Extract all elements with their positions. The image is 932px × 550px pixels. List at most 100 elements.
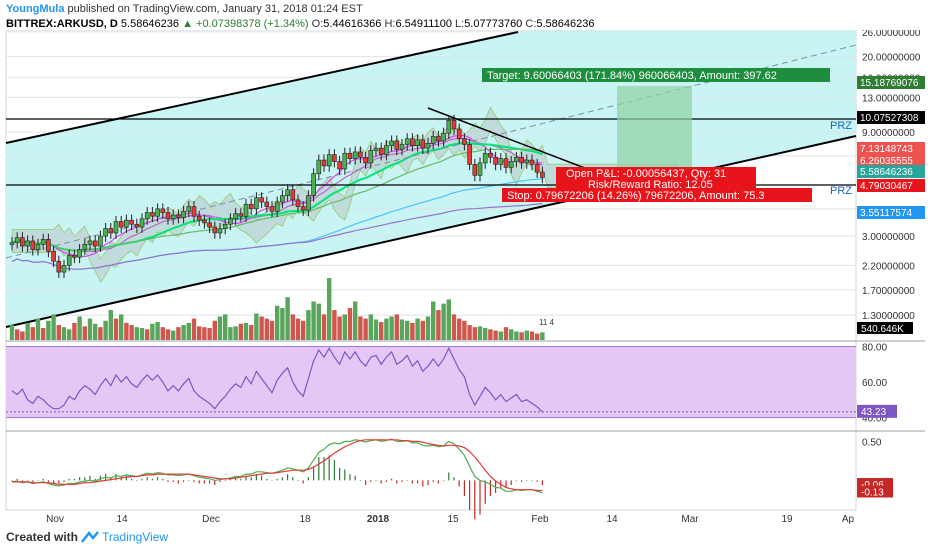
- macd-histogram-bar: [84, 477, 86, 481]
- candle-down: [165, 212, 171, 220]
- volume-bar: [483, 328, 488, 340]
- macd-histogram-bar: [136, 480, 138, 481]
- low-value: 5.07773760: [464, 18, 523, 30]
- tradingview-cloud-icon: [81, 530, 99, 543]
- volume-bar: [41, 328, 46, 340]
- macd-histogram-bar: [380, 480, 382, 484]
- macd-histogram-bar: [27, 480, 29, 481]
- candle-down: [436, 136, 441, 142]
- time-axis-label: 19: [781, 514, 793, 525]
- author-name[interactable]: YoungMula: [6, 3, 64, 15]
- macd-histogram-bar: [359, 480, 361, 481]
- candle-up: [170, 214, 176, 220]
- volume-bar: [124, 322, 129, 340]
- candle-down: [488, 152, 493, 158]
- macd-histogram-bar: [193, 480, 195, 482]
- macd-histogram-bar: [250, 477, 252, 481]
- macd-histogram-bar: [172, 480, 174, 482]
- volume-events-label: 11 4: [539, 318, 555, 327]
- target-zone: [617, 86, 692, 176]
- candle-down: [264, 201, 270, 207]
- volume-bar: [20, 331, 25, 340]
- macd-histogram-bar: [32, 480, 34, 482]
- volume-bar: [347, 307, 353, 340]
- macd-histogram-bar: [37, 480, 39, 481]
- macd-histogram-bar: [157, 477, 159, 481]
- candle-up: [40, 238, 46, 245]
- macd-histogram-bar: [292, 477, 294, 481]
- volume-bar: [259, 316, 264, 340]
- macd-histogram-bar: [333, 460, 335, 481]
- macd-histogram-bar: [125, 475, 127, 481]
- macd-histogram-bar: [141, 478, 143, 481]
- volume-bar: [113, 318, 119, 340]
- candle-up: [103, 228, 108, 237]
- volume-bar: [410, 322, 415, 340]
- volume-bar: [129, 325, 134, 340]
- macd-histogram-bar: [515, 480, 517, 481]
- volume-bar: [353, 301, 358, 340]
- rsi-band: [6, 346, 856, 418]
- rsi-tick-label: 60.00: [862, 378, 887, 389]
- macd-histogram-bar: [375, 480, 377, 481]
- candle-up: [498, 158, 504, 165]
- candle-down: [347, 152, 353, 159]
- high-value: 6.54911100: [395, 18, 452, 30]
- candle-up: [415, 139, 420, 146]
- volume-bar: [540, 332, 545, 340]
- volume-bar: [35, 318, 41, 340]
- candle-up: [477, 162, 483, 176]
- candle-up: [425, 142, 431, 149]
- time-axis-label: Ap: [842, 514, 855, 525]
- candle-up: [82, 244, 88, 250]
- macd-histogram-bar: [443, 480, 445, 481]
- candle-down: [519, 156, 524, 164]
- macd-histogram-bar: [370, 480, 372, 482]
- candle-up: [446, 120, 452, 134]
- tradingview-logo[interactable]: TradingView: [80, 530, 170, 546]
- volume-bar: [337, 316, 342, 340]
- volume-bar: [67, 329, 72, 340]
- chart-canvas[interactable]: PRZ PRZ 11 4 Target: 9.60066403 (171.84%) 9…: [0, 30, 932, 526]
- macd-histogram-bar: [188, 480, 190, 481]
- macd-histogram-bar: [131, 478, 133, 481]
- volume-bar: [524, 330, 529, 340]
- macd-histogram-bar: [536, 480, 538, 482]
- candle-down: [394, 140, 400, 150]
- candle-up: [14, 237, 20, 243]
- macd-histogram-bar: [401, 480, 403, 482]
- volume-bar: [82, 326, 87, 340]
- candle-down: [56, 260, 62, 273]
- volume-bar: [514, 331, 519, 340]
- symbol-label[interactable]: BITTREX:ARKUSD, D: [6, 18, 118, 30]
- candle-up: [342, 152, 348, 170]
- volume-bar: [493, 330, 498, 340]
- volume-bar: [446, 299, 451, 340]
- candle-up: [274, 201, 280, 212]
- macd-histogram-bar: [47, 480, 49, 482]
- candle-up: [77, 249, 82, 258]
- price-axis-tag-text: 4.79030467: [860, 181, 913, 192]
- macd-histogram-bar: [203, 480, 205, 484]
- macd-histogram-bar: [89, 475, 91, 481]
- macd-histogram-bar: [219, 480, 221, 482]
- candle-up: [222, 223, 228, 229]
- volume-bar: [498, 331, 503, 340]
- volume-bar: [477, 326, 483, 340]
- macd-histogram-bar: [276, 478, 278, 481]
- volume-bar: [368, 314, 373, 340]
- macd-histogram-bar: [318, 456, 320, 481]
- candle-down: [202, 219, 207, 224]
- macd-histogram-bar: [339, 467, 341, 481]
- macd-histogram-bar: [453, 477, 455, 481]
- candle-up: [514, 156, 519, 162]
- stop-text: Stop: 0.79672206 (14.26%) 79672206, Amou…: [507, 190, 764, 202]
- candle-down: [248, 203, 254, 210]
- volume-bar: [472, 327, 477, 340]
- volume-bar: [160, 327, 165, 340]
- time-axis-label: 2018: [367, 514, 390, 525]
- macd-histogram-bar: [224, 480, 226, 481]
- close-label: C:: [525, 18, 537, 30]
- candle-down: [540, 171, 545, 178]
- volume-bar: [301, 320, 306, 340]
